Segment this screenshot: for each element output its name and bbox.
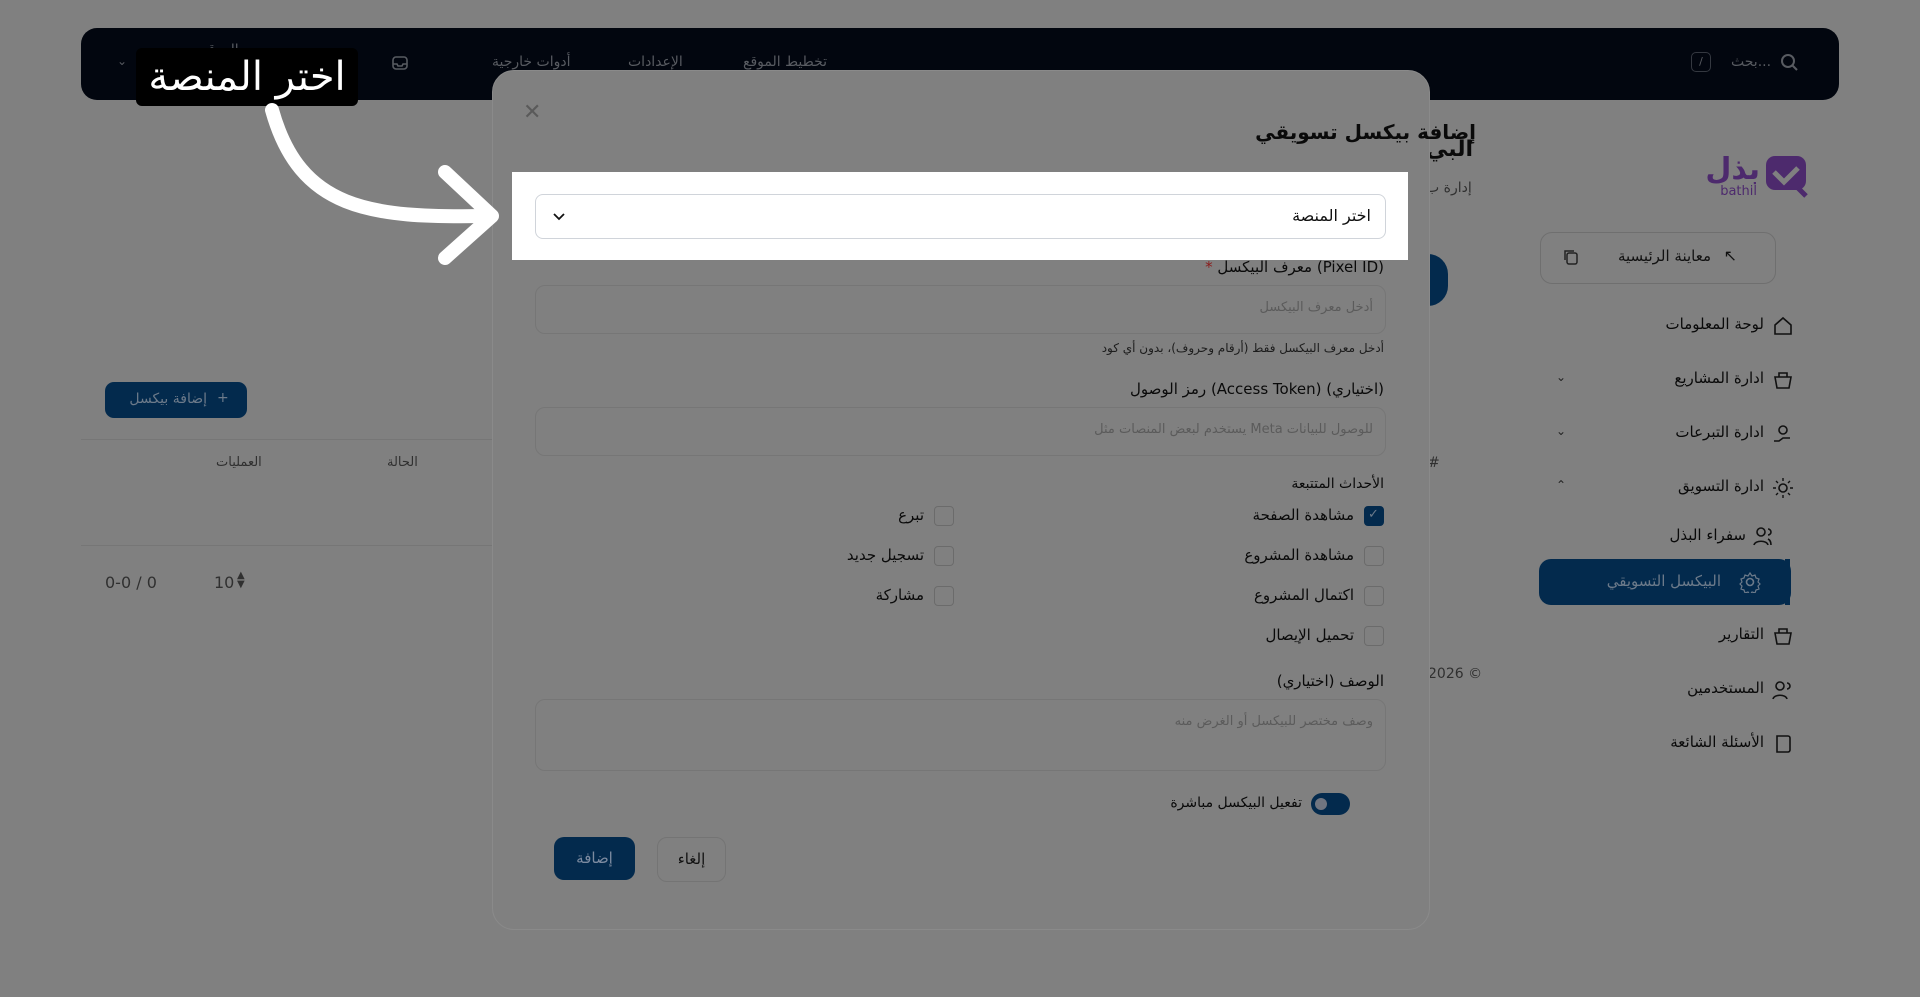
- description-placeholder: وصف مختصر للبيكسل أو الغرض منه: [1174, 714, 1373, 729]
- page-subtitle-fragment: إدارة ب: [1426, 180, 1472, 196]
- modal-title: إضافة بيكسل تسويقي: [1255, 120, 1476, 144]
- copy-icon[interactable]: [1561, 247, 1581, 267]
- sidebar-item-label: التقارير: [1718, 625, 1764, 643]
- brand-mark-icon: [1764, 154, 1810, 198]
- preview-home-label: معاينة الرئيسية: [1617, 247, 1711, 265]
- brand-name: بذل: [1705, 152, 1760, 187]
- submit-add-button[interactable]: إضافة: [554, 837, 635, 880]
- table-row-divider: [81, 545, 492, 546]
- table-header-divider: [81, 439, 492, 440]
- brand-sub: bathil: [1720, 184, 1757, 199]
- gear-icon: [1739, 571, 1761, 597]
- sidebar-item-label: الأسئلة الشائعة: [1670, 733, 1764, 751]
- access-token-input[interactable]: يستخدم لبعض المنصات مثل Meta للوصول للبي…: [535, 407, 1386, 456]
- chevron-down-icon: ⌄: [1556, 370, 1567, 384]
- users-icon: [1772, 679, 1794, 701]
- nav-external-tools[interactable]: أدوات خارجية: [492, 54, 570, 70]
- page-size-select[interactable]: 10: [214, 573, 234, 592]
- chevron-up-icon: ⌃: [1556, 478, 1567, 492]
- basket-icon: [1772, 625, 1794, 647]
- sidebar-item-label: ادارة المشاريع: [1674, 369, 1764, 387]
- nav-site-planning[interactable]: تخطيط الموقع: [743, 54, 827, 70]
- required-mark: *: [1205, 258, 1213, 276]
- sun-icon: [1772, 477, 1794, 499]
- book-icon: [1772, 733, 1794, 755]
- event-checkbox[interactable]: [934, 506, 954, 526]
- event-label: تحميل الإيصال: [1265, 626, 1354, 644]
- active-indicator: [1785, 559, 1790, 605]
- basket-icon: [1772, 369, 1794, 391]
- chevron-down-icon: ⌄: [1556, 424, 1567, 438]
- sidebar-item-label: ادارة التبرعات: [1675, 423, 1764, 441]
- search-icon[interactable]: [1779, 52, 1799, 72]
- event-label: تبرع: [898, 506, 924, 524]
- annotation-callout: اختر المنصة: [136, 48, 358, 106]
- event-label: مشاركة: [875, 586, 924, 604]
- event-label: تسجيل جديد: [846, 546, 924, 564]
- column-status: الحالة: [387, 455, 418, 470]
- users-icon: [1752, 525, 1776, 547]
- background-blue-button: [1428, 254, 1448, 306]
- access-token-placeholder: يستخدم لبعض المنصات مثل Meta للوصول للبي…: [1094, 422, 1373, 437]
- access-token-label: رمز الوصول (Access Token) (اختياري): [1129, 380, 1384, 398]
- event-label: اكتمال المشروع: [1253, 586, 1354, 604]
- event-checkbox[interactable]: [934, 586, 954, 606]
- footer-year: 2026 ©: [1428, 666, 1483, 682]
- sidebar-item-label: سفراء البذل: [1669, 526, 1746, 544]
- event-label: مشاهدة الصفحة: [1252, 506, 1354, 524]
- event-checkbox[interactable]: [1364, 506, 1384, 526]
- cancel-button[interactable]: إلغاء: [657, 837, 726, 882]
- toggle-knob: [1315, 798, 1327, 810]
- preview-home-link[interactable]: معاينة الرئيسية ↖: [1540, 232, 1776, 284]
- home-icon: [1772, 315, 1794, 337]
- pixel-id-label-text: معرف البيكسل (Pixel ID): [1217, 258, 1384, 276]
- description-textarea[interactable]: وصف مختصر للبيكسل أو الغرض منه: [535, 699, 1386, 771]
- pixel-id-placeholder: أدخل معرف البيكسل: [1259, 300, 1373, 315]
- hand-heart-icon: [1772, 423, 1794, 445]
- events-label: الأحداث المتتبعة: [1291, 476, 1384, 492]
- sidebar-item-label: ادارة التسويق: [1678, 477, 1764, 495]
- sidebar-item-label: المستخدمين: [1687, 679, 1764, 697]
- add-pixel-button-bg[interactable]: + إضافة بيكسل: [105, 382, 247, 418]
- sidebar-item-label: البيكسل التسويقي: [1606, 572, 1721, 590]
- close-icon[interactable]: ✕: [523, 100, 541, 125]
- chevron-down-icon: [550, 207, 568, 225]
- pixel-id-label: * معرف البيكسل (Pixel ID): [1205, 258, 1384, 276]
- sidebar-item-label: لوحة المعلومات: [1665, 315, 1765, 333]
- nav-settings[interactable]: الإعدادات: [628, 54, 683, 70]
- annotation-text: اختر المنصة: [148, 54, 346, 100]
- platform-select-value: اختر المنصة: [1292, 206, 1371, 225]
- chevron-down-icon[interactable]: ⌄: [117, 54, 127, 68]
- inbox-icon[interactable]: [390, 53, 410, 73]
- search-input[interactable]: بحث...: [1731, 54, 1771, 70]
- annotation-arrow-icon: [265, 103, 499, 265]
- activate-label: تفعيل البيكسل مباشرة: [1170, 795, 1302, 811]
- sidebar-item-marketing-pixel[interactable]: البيكسل التسويقي: [1539, 559, 1791, 605]
- platform-select[interactable]: اختر المنصة: [535, 194, 1386, 239]
- pixel-id-input[interactable]: أدخل معرف البيكسل: [535, 285, 1386, 334]
- pagination-range: 0-0 / 0: [105, 573, 157, 592]
- brand-logo: بذل bathil: [1700, 150, 1810, 210]
- pixel-id-hint: أدخل معرف البيكسل فقط (أرقام وحروف)، بدو…: [1101, 341, 1384, 355]
- column-actions: العمليات: [216, 455, 262, 470]
- add-pixel-label: إضافة بيكسل: [129, 391, 207, 407]
- event-checkbox[interactable]: [1364, 626, 1384, 646]
- event-checkbox[interactable]: [934, 546, 954, 566]
- arrow-up-left-icon: ↖: [1723, 246, 1737, 265]
- search-shortcut: /: [1691, 52, 1711, 72]
- event-label: مشاهدة المشروع: [1244, 546, 1354, 564]
- plus-icon: +: [217, 390, 229, 406]
- sort-icon: ▲ ▼: [237, 570, 245, 590]
- event-checkbox[interactable]: [1364, 586, 1384, 606]
- description-label: الوصف (اختياري): [1276, 672, 1384, 690]
- activate-toggle[interactable]: [1311, 793, 1350, 815]
- event-checkbox[interactable]: [1364, 546, 1384, 566]
